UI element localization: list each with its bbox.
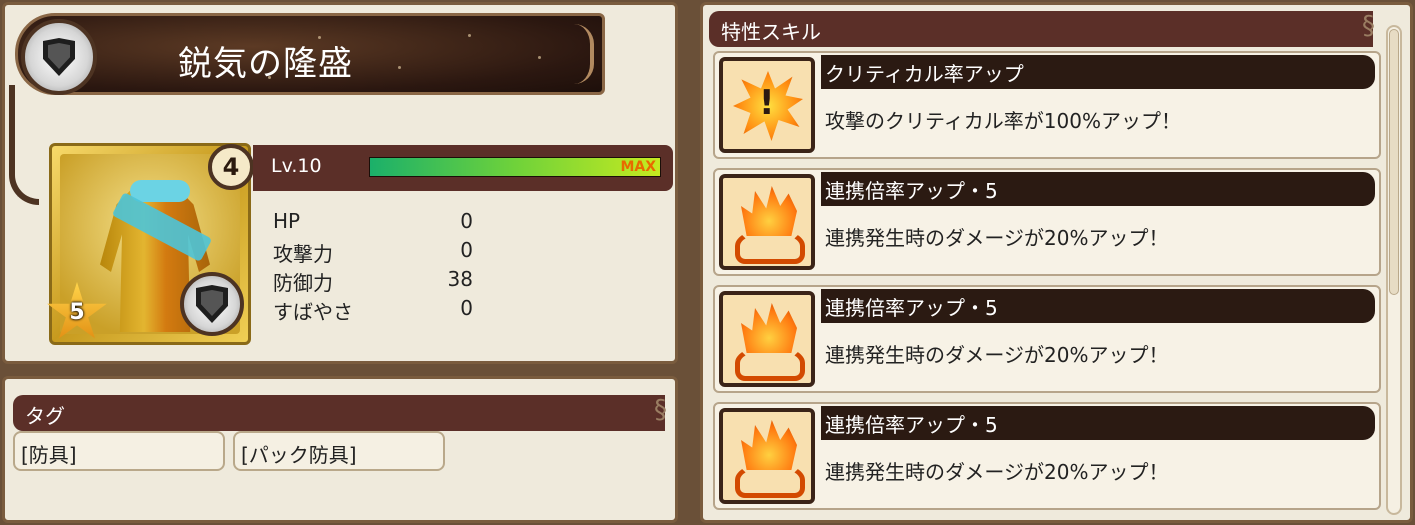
grip-shape xyxy=(735,228,805,264)
tag-header-label: タグ xyxy=(25,404,65,428)
shield-icon xyxy=(43,38,75,76)
equipment-type-badge xyxy=(180,272,244,336)
trait-skill-panel: 特性スキル § ! クリティカル率アップ 攻撃のクリティカル率が100%アップ！… xyxy=(700,2,1413,523)
stats-table: HP 0 攻撃力 0 防御力 38 すばやさ 0 xyxy=(273,209,473,325)
skill-description: 攻撃のクリティカル率が100%アップ！ xyxy=(825,109,1181,133)
stat-value: 0 xyxy=(460,296,473,320)
tag-label: [パック防具] xyxy=(241,443,357,467)
flame-combo-icon xyxy=(719,174,815,270)
tag-label: [防具] xyxy=(21,443,77,467)
plus-level-badge: 4 xyxy=(208,144,254,190)
equipment-detail-panel: 鋭気の隆盛 4 5 Lv.10 MAX HP 0 攻撃力 0 防御力 38 すば… xyxy=(2,2,678,364)
scarf-illustration xyxy=(130,180,190,202)
skill-card[interactable]: ! クリティカル率アップ 攻撃のクリティカル率が100%アップ！ xyxy=(713,51,1381,159)
stat-value: 0 xyxy=(460,238,473,262)
frame-ornament xyxy=(9,85,39,205)
skill-header: 特性スキル § xyxy=(709,11,1375,47)
level-gauge-fill xyxy=(370,158,660,176)
flame-combo-icon xyxy=(719,408,815,504)
scrollbar-thumb[interactable] xyxy=(1389,29,1399,295)
skill-header-label: 特性スキル xyxy=(721,20,821,44)
header-ornament: § xyxy=(1362,11,1375,41)
stat-label: HP xyxy=(273,209,301,233)
skill-description: 連携発生時のダメージが20%アップ！ xyxy=(825,226,1169,250)
shield-icon xyxy=(196,285,228,323)
stat-row: すばやさ 0 xyxy=(273,296,473,325)
skill-name: 連携倍率アップ・5 xyxy=(821,172,1375,206)
stat-row: 防御力 38 xyxy=(273,267,473,296)
skill-card[interactable]: 連携倍率アップ・5 連携発生時のダメージが20%アップ！ xyxy=(713,285,1381,393)
grip-shape xyxy=(735,462,805,498)
stat-label: 攻撃力 xyxy=(273,242,333,266)
tag-header: タグ § xyxy=(13,395,667,431)
stat-label: 防御力 xyxy=(273,271,333,295)
exclamation-icon: ! xyxy=(759,83,775,123)
item-name: 鋭気の隆盛 xyxy=(178,44,353,84)
skill-card[interactable]: 連携倍率アップ・5 連携発生時のダメージが20%アップ！ xyxy=(713,168,1381,276)
skill-card[interactable]: 連携倍率アップ・5 連携発生時のダメージが20%アップ！ xyxy=(713,402,1381,510)
tag-chip[interactable]: [防具] xyxy=(13,431,225,471)
skill-name: 連携倍率アップ・5 xyxy=(821,406,1375,440)
tag-chip[interactable]: [パック防具] xyxy=(233,431,445,471)
level-row: Lv.10 MAX xyxy=(253,145,673,191)
skill-description: 連携発生時のダメージが20%アップ！ xyxy=(825,460,1169,484)
skill-name: 連携倍率アップ・5 xyxy=(821,289,1375,323)
critical-burst-icon: ! xyxy=(719,57,815,153)
stat-value: 0 xyxy=(460,209,473,233)
equipment-type-emblem xyxy=(21,19,97,95)
header-ornament: § xyxy=(654,395,667,425)
stat-value: 38 xyxy=(447,267,473,291)
flame-combo-icon xyxy=(719,291,815,387)
grip-shape xyxy=(735,345,805,381)
skill-description: 連携発生時のダメージが20%アップ！ xyxy=(825,343,1169,367)
level-label: Lv.10 xyxy=(271,155,322,177)
stat-row: HP 0 xyxy=(273,209,473,238)
skill-name: クリティカル率アップ xyxy=(821,55,1375,89)
skill-scrollbar[interactable] xyxy=(1386,25,1402,515)
tag-panel: タグ § [防具] [パック防具] xyxy=(2,376,678,523)
stat-label: すばやさ xyxy=(273,300,353,324)
title-banner: 鋭気の隆盛 xyxy=(15,13,605,95)
level-gauge: MAX xyxy=(369,157,661,177)
max-label: MAX xyxy=(620,159,656,175)
item-portrait[interactable]: 4 5 xyxy=(47,143,254,345)
stat-row: 攻撃力 0 xyxy=(273,238,473,267)
plus-level-value: 4 xyxy=(222,153,240,181)
